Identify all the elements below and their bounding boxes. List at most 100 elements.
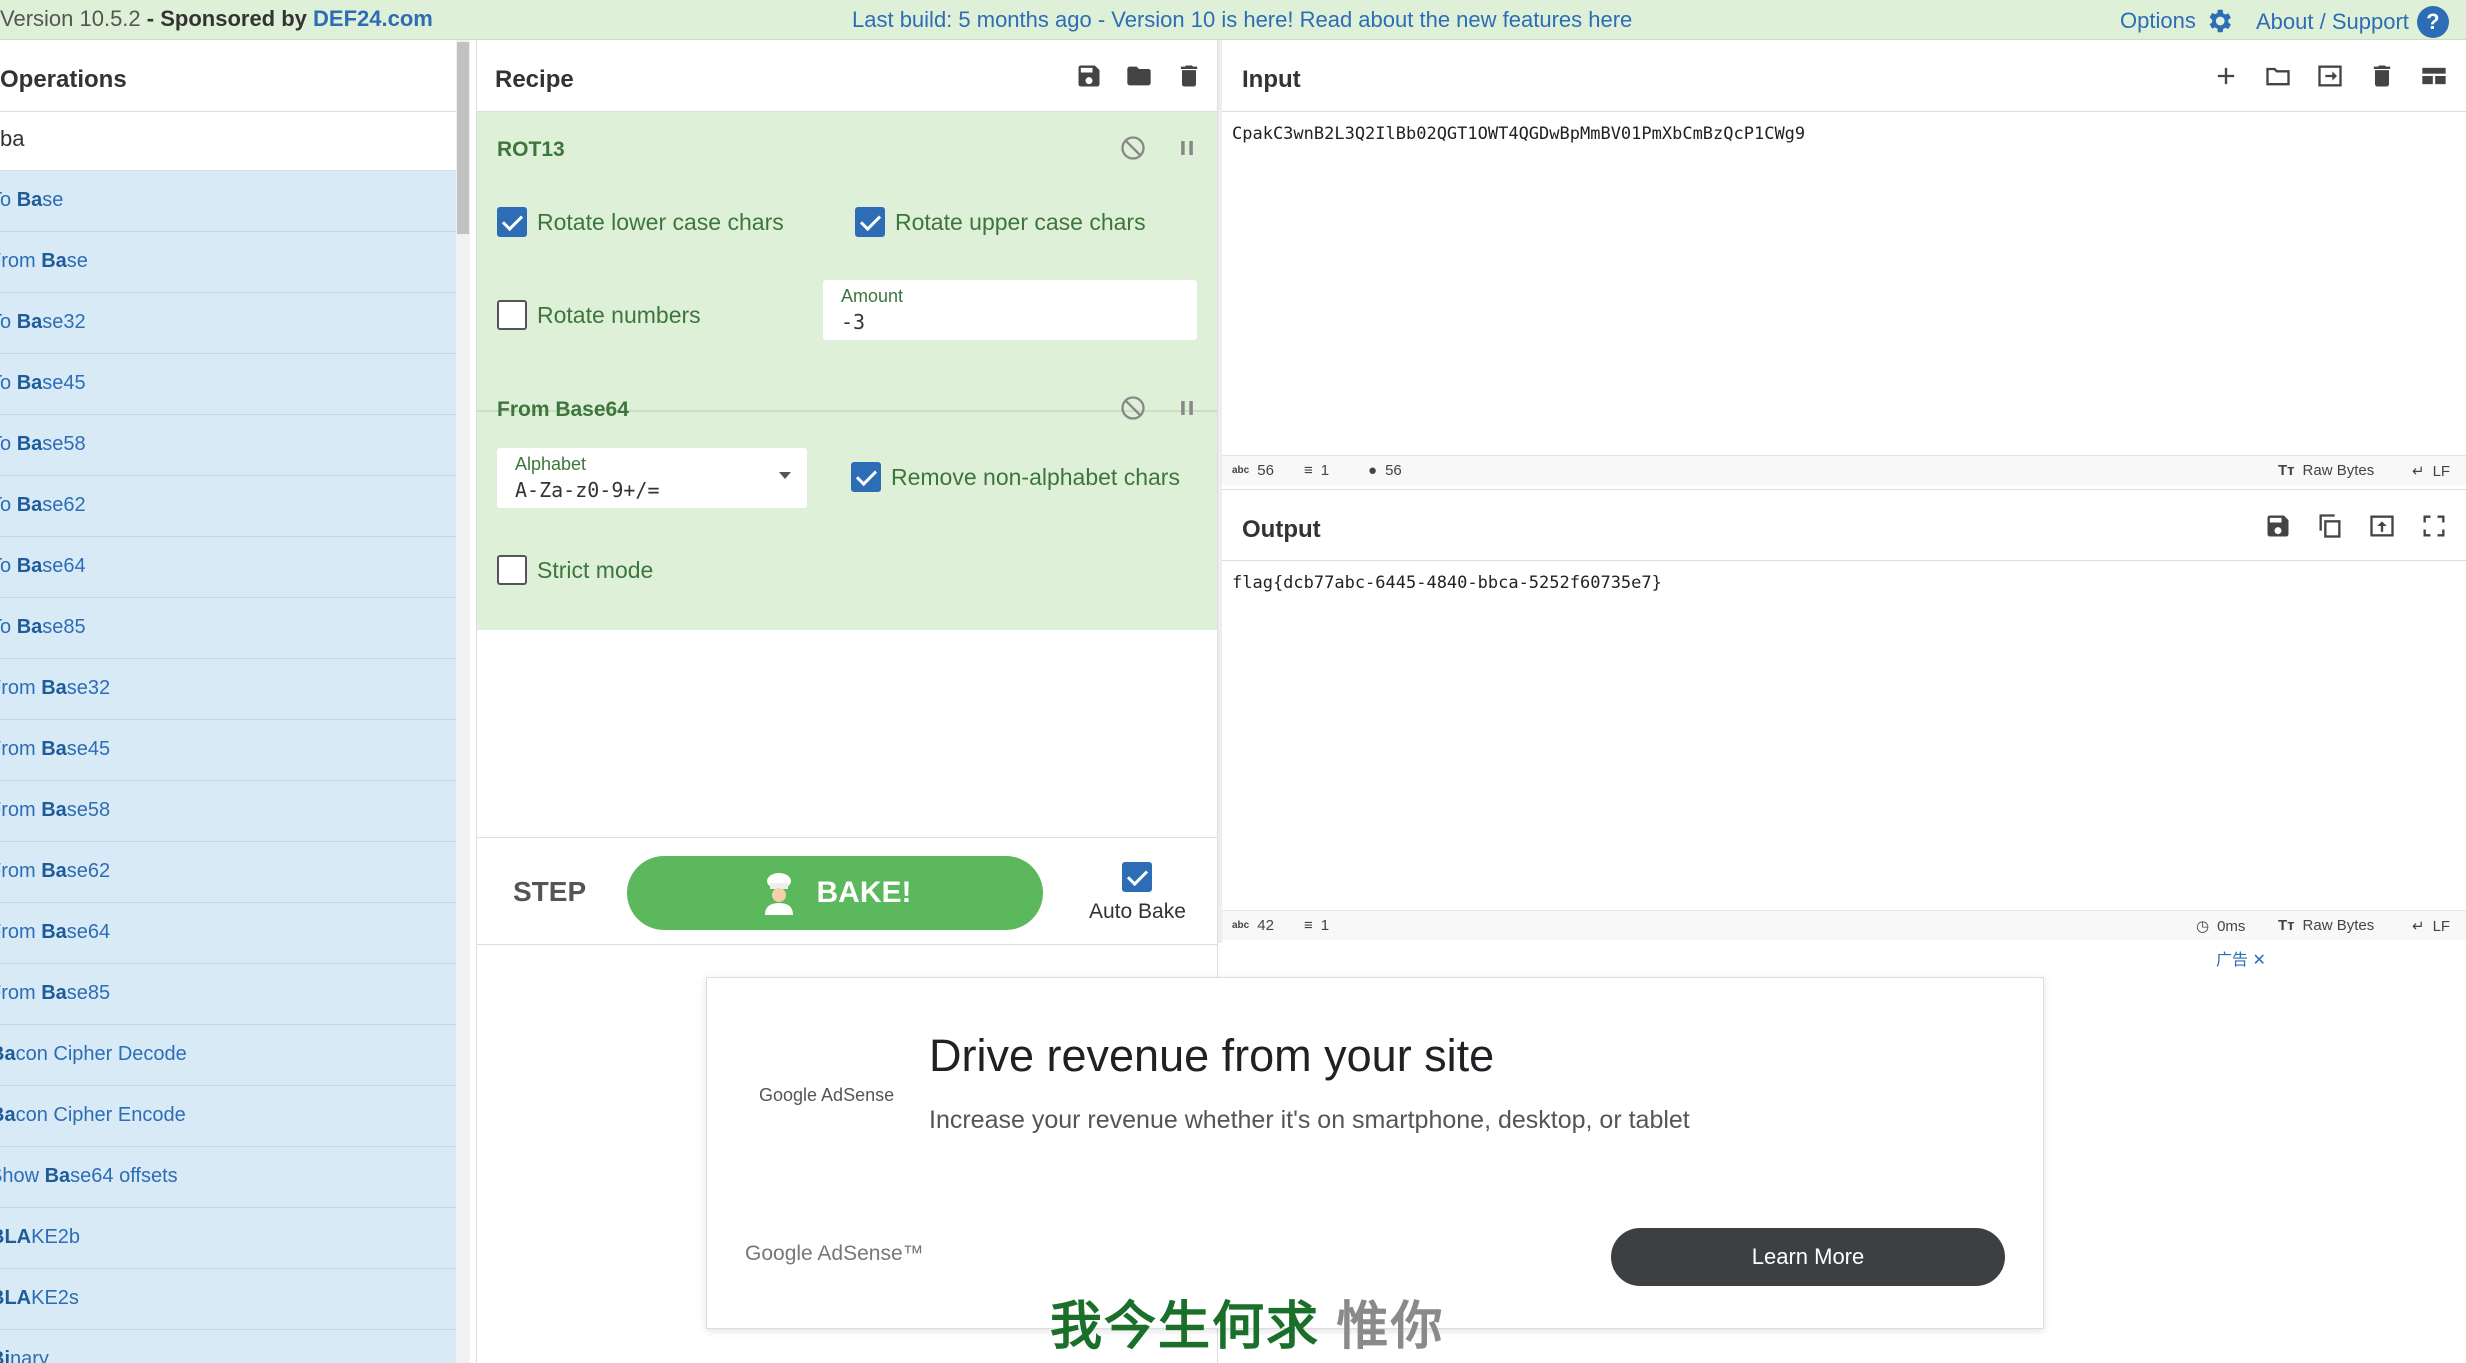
save-icon[interactable] xyxy=(1073,60,1105,92)
output-length: 42 xyxy=(1257,917,1274,934)
operation-suffix: KE2s xyxy=(31,1287,79,1309)
operation-item[interactable]: To Base xyxy=(0,171,456,232)
bake-button[interactable]: BAKE! xyxy=(627,856,1043,930)
save-icon[interactable] xyxy=(2262,510,2294,542)
operation-item[interactable]: To Base32 xyxy=(0,293,456,354)
auto-bake-checkbox[interactable] xyxy=(1122,862,1152,892)
overlay-grey-text: 惟你 xyxy=(1320,1298,1445,1356)
replace-input-icon[interactable] xyxy=(2366,510,2398,542)
about-support-button[interactable]: About / Support ? xyxy=(2256,6,2449,38)
operation-item[interactable]: Binary xyxy=(0,1330,456,1363)
trash-icon[interactable] xyxy=(2366,60,2398,92)
operation-suffix: se62 xyxy=(42,494,86,516)
operation-item[interactable]: Bacon Cipher Encode xyxy=(0,1086,456,1147)
operation-match-highlight: Ba xyxy=(16,555,43,577)
maximize-icon[interactable] xyxy=(2418,510,2450,542)
build-notice-link[interactable]: Last build: 5 months ago - Version 10 is… xyxy=(852,7,1632,33)
checkbox-checked[interactable] xyxy=(855,207,885,237)
options-label: Options xyxy=(2120,8,2196,33)
alphabet-select[interactable]: Alphabet A-Za-z0-9+/= xyxy=(497,448,807,508)
input-text-area[interactable]: CpakC3wnB2L3Q2IlBb02QGT1OWT4QGDwBpMmBV01… xyxy=(1232,124,1805,144)
operation-item[interactable]: Show Base64 offsets xyxy=(0,1147,456,1208)
close-icon[interactable]: ✕ xyxy=(2252,952,2265,969)
disable-icon[interactable] xyxy=(1117,392,1149,424)
copy-icon[interactable] xyxy=(2314,510,2346,542)
clock-icon: ◷ xyxy=(2196,918,2210,935)
operation-item[interactable]: From Base58 xyxy=(0,781,456,842)
top-banner: Version 10.5.2 - Sponsored by DEF24.com … xyxy=(0,0,2466,40)
output-encoding[interactable]: Raw Bytes xyxy=(2303,917,2375,934)
operations-scrollbar[interactable] xyxy=(456,40,470,1363)
input-eol[interactable]: LF xyxy=(2433,463,2451,480)
rotate-upper-checkbox[interactable]: Rotate upper case chars xyxy=(855,207,1146,237)
operation-suffix: se xyxy=(66,250,88,272)
operation-suffix: se64 offsets xyxy=(70,1165,178,1187)
operation-match-highlight: Ba xyxy=(41,250,67,272)
operation-item[interactable]: BLAKE2b xyxy=(0,1208,456,1269)
operation-suffix: se58 xyxy=(42,433,86,455)
bake-bar: STEP BAKE! Auto Bake xyxy=(477,837,1217,945)
output-lines: 1 xyxy=(1320,917,1330,934)
gear-icon xyxy=(2204,6,2234,36)
operation-prefix: From xyxy=(0,738,36,760)
output-eol[interactable]: LF xyxy=(2433,918,2451,935)
layout-icon[interactable] xyxy=(2418,60,2450,92)
operation-item[interactable]: To Base45 xyxy=(0,354,456,415)
amount-field[interactable]: Amount -3 xyxy=(823,280,1197,340)
learn-more-button[interactable]: Learn More xyxy=(1611,1228,2005,1286)
operation-item[interactable]: From Base xyxy=(0,232,456,293)
ad-headline[interactable]: Drive revenue from your site xyxy=(929,1030,1494,1082)
operation-match-highlight: Ba xyxy=(41,982,67,1004)
rotate-lower-checkbox[interactable]: Rotate lower case chars xyxy=(497,207,784,237)
operations-search-input[interactable]: ba xyxy=(0,112,470,171)
remove-non-alphabet-checkbox[interactable]: Remove non-alphabet chars xyxy=(851,462,1180,492)
operation-item[interactable]: From Base45 xyxy=(0,720,456,781)
operation-match-highlight: Bi xyxy=(0,1348,10,1363)
input-position: 56 xyxy=(1385,462,1402,479)
remove-non-alphabet-label: Remove non-alphabet chars xyxy=(891,463,1180,490)
checkbox-unchecked[interactable] xyxy=(497,555,527,585)
operation-item[interactable]: Bacon Cipher Decode xyxy=(0,1025,456,1086)
options-button[interactable]: Options xyxy=(2120,6,2234,36)
advertisement[interactable]: Google AdSense Drive revenue from your s… xyxy=(706,977,2044,1329)
scrollbar-thumb[interactable] xyxy=(457,42,469,234)
operation-item[interactable]: From Base64 xyxy=(0,903,456,964)
step-button[interactable]: STEP xyxy=(513,876,586,908)
ad-choices[interactable]: 广告 ✕ xyxy=(2216,946,2266,970)
folder-icon[interactable] xyxy=(1123,60,1155,92)
operation-item[interactable]: To Base64 xyxy=(0,537,456,598)
pause-icon[interactable] xyxy=(1171,132,1203,164)
strict-mode-label: Strict mode xyxy=(537,556,654,583)
operation-item[interactable]: From Base85 xyxy=(0,964,456,1025)
import-icon[interactable] xyxy=(2314,60,2346,92)
operation-match-highlight: Ba xyxy=(44,1165,71,1187)
input-encoding[interactable]: Raw Bytes xyxy=(2303,462,2375,479)
plus-icon[interactable] xyxy=(2210,60,2242,92)
amount-value[interactable]: -3 xyxy=(841,310,865,334)
input-header: Input xyxy=(1222,40,2466,112)
trash-icon[interactable] xyxy=(1173,60,1205,92)
help-icon: ? xyxy=(2416,6,2449,38)
checkbox-unchecked[interactable] xyxy=(497,300,527,330)
disable-icon[interactable] xyxy=(1117,132,1149,164)
folder-icon[interactable] xyxy=(2262,60,2294,92)
checkbox-checked[interactable] xyxy=(497,207,527,237)
rotate-numbers-checkbox[interactable]: Rotate numbers xyxy=(497,300,701,330)
operation-item[interactable]: BLAKE2s xyxy=(0,1269,456,1330)
operation-item[interactable]: From Base62 xyxy=(0,842,456,903)
chevron-down-icon xyxy=(779,472,791,479)
output-text-area[interactable]: flag{dcb77abc-6445-4840-bbca-5252f60735e… xyxy=(1232,573,1662,593)
operation-match-highlight: Ba xyxy=(41,860,67,882)
operation-item[interactable]: From Base32 xyxy=(0,659,456,720)
pause-icon[interactable] xyxy=(1171,392,1203,424)
operation-suffix: se32 xyxy=(42,311,86,333)
operation-item[interactable]: To Base62 xyxy=(0,476,456,537)
operation-item[interactable]: To Base85 xyxy=(0,598,456,659)
operation-item[interactable]: To Base58 xyxy=(0,415,456,476)
sponsor-link[interactable]: DEF24.com xyxy=(313,6,433,31)
operation-suffix: se64 xyxy=(66,921,111,943)
alphabet-value: A-Za-z0-9+/= xyxy=(515,478,660,502)
strict-mode-checkbox[interactable]: Strict mode xyxy=(497,555,653,585)
checkbox-checked[interactable] xyxy=(851,462,881,492)
rot13-title: ROT13 xyxy=(497,138,565,161)
